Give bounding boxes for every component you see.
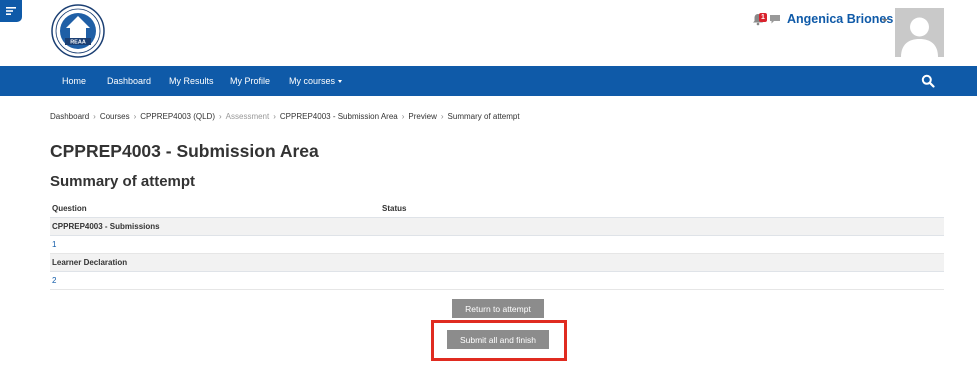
user-menu-name[interactable]: Angenica Briones — [787, 12, 893, 26]
site-logo[interactable]: REAA — [51, 4, 105, 58]
chevron-right-icon: › — [93, 112, 96, 121]
user-avatar-icon — [895, 8, 944, 57]
column-header-status: Status — [382, 204, 407, 213]
breadcrumb-courses[interactable]: Courses — [100, 112, 130, 121]
table-group-row: CPPREP4003 - Submissions — [50, 218, 944, 236]
nav-item-my-courses[interactable]: My courses — [289, 66, 343, 96]
column-header-question: Question — [52, 204, 87, 213]
breadcrumb-summary: Summary of attempt — [447, 112, 520, 121]
chevron-down-icon — [338, 80, 343, 83]
breadcrumb: Dashboard › Courses › CPPREP4003 (QLD) ›… — [50, 112, 520, 121]
nav-item-my-courses-label: My courses — [289, 76, 336, 86]
notification-count-badge: 1 — [759, 13, 767, 22]
section-title: Summary of attempt — [50, 173, 196, 190]
chevron-right-icon: › — [273, 112, 276, 121]
table-header-row: Question Status — [50, 200, 944, 218]
nav-item-my-profile[interactable]: My Profile — [230, 66, 270, 96]
group-label: Learner Declaration — [52, 258, 128, 267]
reaa-logo-icon: REAA — [51, 4, 105, 58]
chevron-right-icon: › — [440, 112, 444, 121]
search-icon[interactable] — [921, 74, 935, 88]
logo-text: REAA — [70, 40, 86, 46]
breadcrumb-assessment: Assessment — [225, 112, 270, 121]
breadcrumb-course[interactable]: CPPREP4003 (QLD) — [140, 112, 215, 121]
hamburger-icon — [6, 7, 16, 15]
drawer-toggle-button[interactable] — [0, 0, 22, 22]
breadcrumb-dashboard[interactable]: Dashboard — [50, 112, 89, 121]
chevron-right-icon: › — [133, 112, 137, 121]
chevron-right-icon: › — [401, 112, 405, 121]
chevron-down-icon[interactable] — [882, 19, 888, 22]
breadcrumb-submission-area[interactable]: CPPREP4003 - Submission Area — [280, 112, 398, 121]
main-navbar: Home Dashboard My Results My Profile My … — [0, 66, 977, 96]
submit-all-and-finish-button[interactable]: Submit all and finish — [447, 330, 549, 349]
question-link[interactable]: 1 — [52, 236, 56, 253]
nav-item-dashboard[interactable]: Dashboard — [107, 66, 151, 96]
avatar[interactable] — [895, 8, 944, 57]
table-row: 2 — [50, 272, 944, 290]
nav-item-home[interactable]: Home — [62, 66, 86, 96]
chat-bubble-icon[interactable] — [769, 14, 781, 25]
table-row: 1 — [50, 236, 944, 254]
page-title: CPPREP4003 - Submission Area — [50, 141, 319, 161]
nav-item-my-results[interactable]: My Results — [169, 66, 214, 96]
return-to-attempt-button[interactable]: Return to attempt — [452, 299, 544, 318]
chevron-right-icon: › — [218, 112, 222, 121]
breadcrumb-preview[interactable]: Preview — [408, 112, 436, 121]
question-link[interactable]: 2 — [52, 272, 56, 289]
summary-table: Question Status CPPREP4003 - Submissions… — [50, 200, 944, 290]
group-label: CPPREP4003 - Submissions — [52, 222, 160, 231]
table-group-row: Learner Declaration — [50, 254, 944, 272]
